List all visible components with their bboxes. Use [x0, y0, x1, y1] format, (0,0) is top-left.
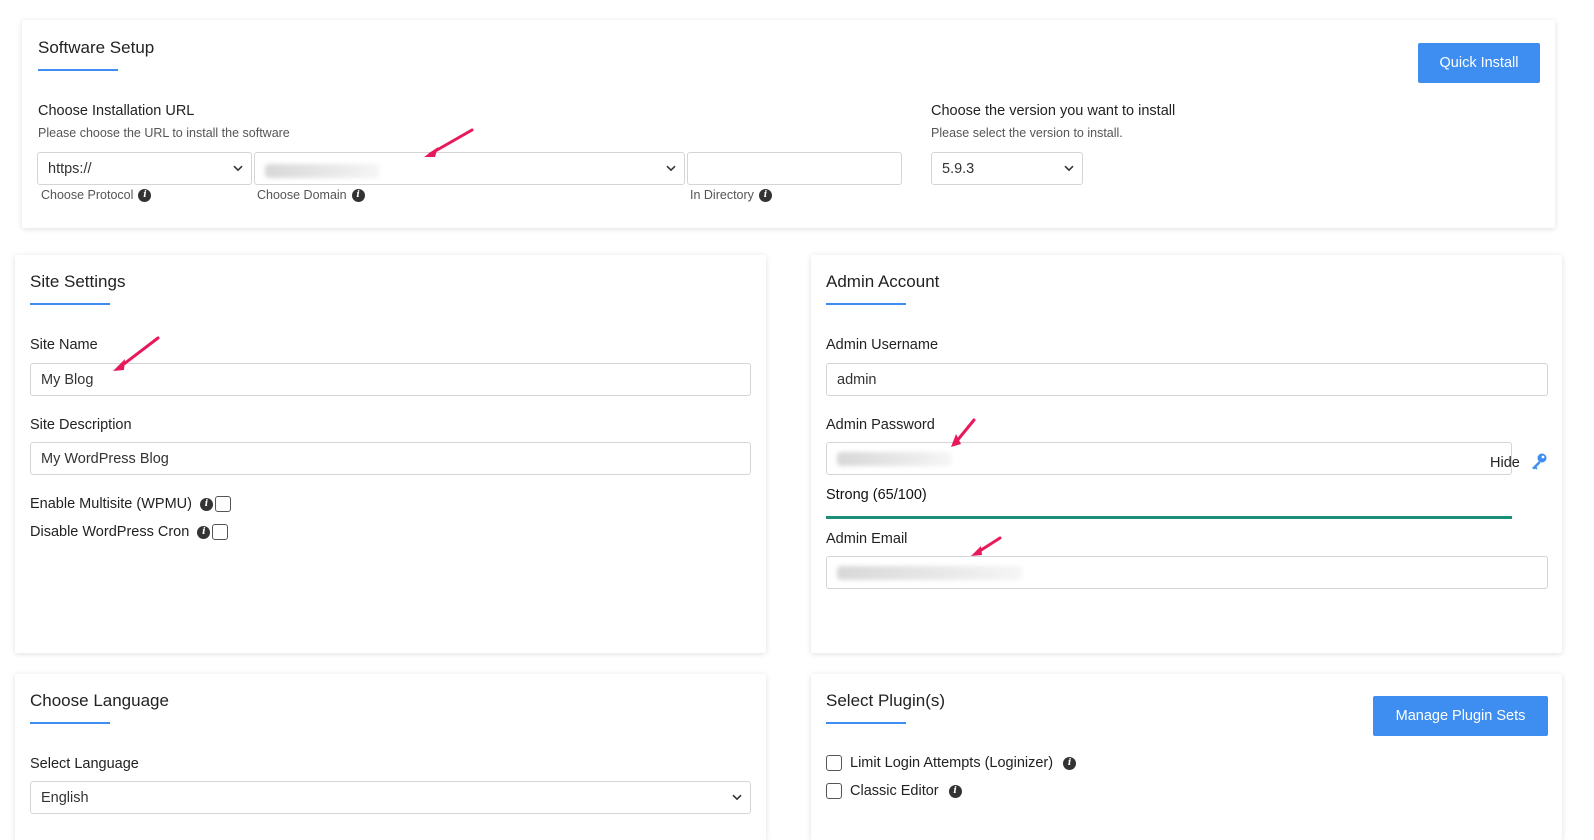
protocol-select[interactable]: https:// — [37, 152, 252, 185]
plugin-item: Limit Login Attempts (Loginizer) i — [826, 755, 1077, 771]
select-plugins-card: Select Plugin(s) Manage Plugin Sets Limi… — [811, 674, 1562, 840]
select-plugins-title: Select Plugin(s) — [826, 691, 946, 710]
software-setup-title: Software Setup — [38, 38, 155, 57]
site-settings-title: Site Settings — [30, 272, 126, 291]
select-language-label: Select Language — [30, 756, 139, 772]
install-url-sublabel: Please choose the URL to install the sof… — [38, 126, 290, 140]
cron-row: Disable WordPress Cron i — [30, 524, 229, 540]
protocol-hint: Choose Protocol i — [41, 188, 152, 202]
admin-email-label: Admin Email — [826, 531, 908, 547]
admin-password-label: Admin Password — [826, 417, 935, 433]
info-icon[interactable]: i — [199, 497, 213, 511]
admin-username-value: admin — [837, 371, 877, 388]
site-name-label: Site Name — [30, 337, 98, 353]
cron-label: Disable WordPress Cron — [30, 524, 190, 540]
admin-password-input[interactable] — [826, 442, 1512, 475]
hide-label: Hide — [1490, 455, 1520, 471]
choose-language-title: Choose Language — [30, 691, 169, 710]
info-icon[interactable]: i — [758, 188, 772, 202]
version-label: Choose the version you want to install — [931, 103, 1176, 119]
password-strength-bar — [826, 516, 1512, 519]
choose-language-card: Choose Language Select Language English — [15, 674, 766, 840]
info-icon[interactable]: i — [138, 188, 152, 202]
multisite-label: Enable Multisite (WPMU) — [30, 496, 192, 512]
admin-account-card: Admin Account Admin Username admin Admin… — [811, 255, 1562, 653]
language-value: English — [41, 789, 89, 806]
annotation-arrow-icon — [951, 418, 976, 447]
site-description-value: My WordPress Blog — [41, 450, 169, 467]
chevron-down-icon — [732, 794, 742, 801]
directory-hint: In Directory i — [690, 188, 772, 202]
annotation-arrow-icon — [971, 536, 1002, 556]
software-setup-underline — [38, 69, 118, 71]
version-value: 5.9.3 — [942, 160, 975, 177]
domain-hint: Choose Domain i — [257, 188, 365, 202]
info-icon[interactable]: i — [1063, 756, 1077, 770]
version-select[interactable]: 5.9.3 — [931, 152, 1083, 185]
domain-value-redacted — [265, 163, 380, 178]
plugin-label: Limit Login Attempts (Loginizer) — [850, 755, 1054, 771]
protocol-hint-text: Choose Protocol — [41, 188, 134, 202]
multisite-checkbox[interactable] — [214, 496, 231, 512]
admin-username-label: Admin Username — [826, 337, 939, 353]
admin-username-input[interactable]: admin — [826, 363, 1548, 396]
choose-language-underline — [30, 722, 110, 724]
version-sublabel: Please select the version to install. — [931, 126, 1123, 140]
plugin-checkbox[interactable] — [826, 783, 842, 799]
admin-email-redacted — [837, 565, 1022, 580]
manage-plugin-sets-button[interactable]: Manage Plugin Sets — [1373, 696, 1548, 736]
multisite-row: Enable Multisite (WPMU) i — [30, 496, 231, 512]
hide-password-toggle[interactable]: Hide — [1490, 452, 1548, 474]
chevron-down-icon — [666, 165, 676, 172]
language-select[interactable]: English — [30, 781, 751, 814]
site-name-value: My Blog — [41, 371, 94, 388]
info-icon[interactable]: i — [351, 188, 365, 202]
info-icon[interactable]: i — [948, 784, 962, 798]
directory-hint-text: In Directory — [690, 188, 754, 202]
password-strength-label: Strong (65/100) — [826, 487, 927, 503]
admin-account-underline — [826, 303, 906, 305]
quick-install-button[interactable]: Quick Install — [1418, 43, 1540, 83]
admin-email-input[interactable] — [826, 556, 1548, 589]
annotation-arrow-icon — [113, 336, 160, 371]
directory-input[interactable] — [687, 152, 902, 185]
site-description-input[interactable]: My WordPress Blog — [30, 442, 751, 475]
site-settings-underline — [30, 303, 110, 305]
site-description-label: Site Description — [30, 417, 132, 433]
select-plugins-underline — [826, 722, 906, 724]
software-setup-card: Software Setup Quick Install Choose Inst… — [22, 20, 1555, 228]
annotation-arrow-icon — [424, 128, 474, 157]
domain-hint-text: Choose Domain — [257, 188, 347, 202]
cron-checkbox[interactable] — [212, 524, 229, 540]
plugin-label: Classic Editor — [850, 783, 939, 799]
info-icon[interactable]: i — [197, 525, 211, 539]
protocol-value: https:// — [48, 160, 92, 177]
install-url-label: Choose Installation URL — [38, 103, 195, 119]
admin-account-title: Admin Account — [826, 272, 940, 291]
plugin-item: Classic Editor i — [826, 783, 962, 799]
chevron-down-icon — [233, 165, 243, 172]
admin-password-redacted — [837, 451, 952, 466]
key-icon[interactable] — [1530, 452, 1548, 474]
plugin-checkbox[interactable] — [826, 755, 842, 771]
chevron-down-icon — [1064, 165, 1074, 172]
site-settings-card: Site Settings Site Name My Blog Site Des… — [15, 255, 766, 653]
